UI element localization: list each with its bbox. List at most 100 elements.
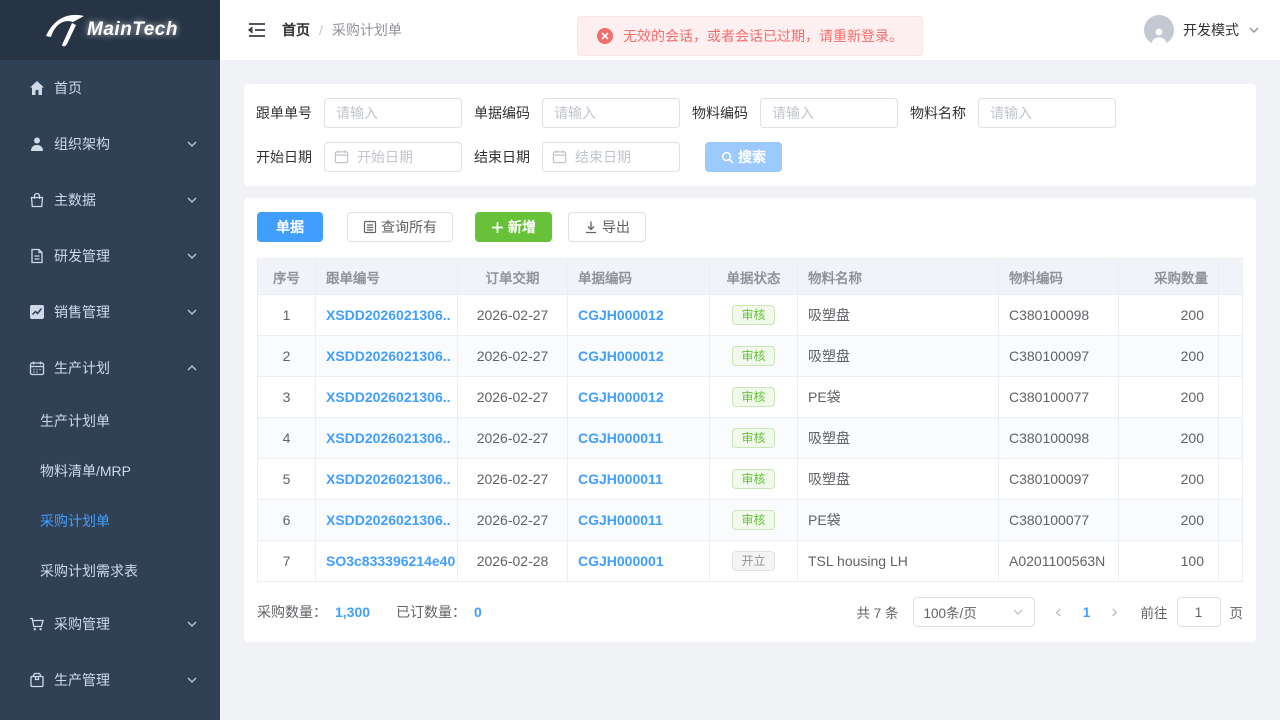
col-header-extra [1219, 259, 1243, 295]
sidebar-item-label: 生产管理 [54, 670, 186, 690]
sidebar-item-production-plan[interactable]: 生产计划 [0, 340, 220, 396]
sidebar-item-label: 组织架构 [54, 134, 186, 154]
plus-icon [491, 221, 504, 234]
user-mode-label: 开发模式 [1183, 20, 1239, 40]
sidebar-subitem-production-plan-order[interactable]: 生产计划单 [0, 396, 220, 446]
end-date-input[interactable] [542, 142, 680, 172]
table-row: 6 XSDD2026021306.. 2026-02-27 CGJH000011… [258, 500, 1243, 541]
prev-page-button[interactable] [1045, 597, 1073, 627]
sidebar-subitem-label: 物料清单/MRP [40, 461, 131, 481]
cell-material: 吸塑盘 [798, 418, 999, 459]
start-date-input[interactable] [324, 142, 462, 172]
cell-material-code: C380100097 [999, 336, 1119, 377]
search-button[interactable]: 搜索 [705, 142, 782, 172]
add-button[interactable]: 新增 [475, 212, 552, 242]
status-badge: 审核 [732, 469, 774, 489]
app-window: MainTech 首页 组织架构 [0, 0, 1280, 720]
cell-status: 审核 [710, 295, 798, 336]
cell-material-code: C380100098 [999, 295, 1119, 336]
sidebar-item-home[interactable]: 首页 [0, 60, 220, 116]
breadcrumb-home[interactable]: 首页 [282, 22, 310, 38]
order-no-link[interactable]: XSDD2026021306.. [316, 418, 458, 459]
chevron-down-icon [186, 138, 198, 150]
cell-delivery: 2026-02-27 [458, 377, 568, 418]
filter-label: 物料名称 [910, 103, 966, 123]
purchase-qty-value: 1,300 [335, 604, 370, 620]
doc-no-link[interactable]: CGJH000011 [568, 500, 710, 541]
col-header-doc-no: 单据编码 [568, 259, 710, 295]
goto-page-input[interactable] [1177, 597, 1221, 627]
doc-no-link[interactable]: CGJH000011 [568, 459, 710, 500]
order-no-link[interactable]: XSDD2026021306.. [316, 459, 458, 500]
tracking-no-input[interactable] [324, 98, 462, 128]
cell-material-code: C380100077 [999, 377, 1119, 418]
order-no-link[interactable]: SO3c833396214e40 [316, 541, 458, 582]
calendar-icon [28, 360, 45, 377]
cell-material-code: C380100097 [999, 459, 1119, 500]
col-header-order-no: 跟单编号 [316, 259, 458, 295]
error-circle-icon [597, 28, 613, 44]
query-all-button[interactable]: 查询所有 [347, 212, 453, 242]
doc-no-link[interactable]: CGJH000012 [568, 377, 710, 418]
cell-index: 7 [258, 541, 316, 582]
list-icon [363, 220, 377, 234]
error-toast-text: 无效的会话，或者会话已过期，请重新登录。 [623, 26, 903, 46]
cell-qty: 200 [1119, 336, 1219, 377]
export-button[interactable]: 导出 [568, 212, 646, 242]
cell-status: 审核 [710, 418, 798, 459]
doc-code-input[interactable] [542, 98, 680, 128]
col-header-index: 序号 [258, 259, 316, 295]
sidebar-item-sales[interactable]: 销售管理 [0, 284, 220, 340]
purchase-qty-label: 采购数量： [257, 602, 327, 622]
ordered-qty-label: 已订数量： [396, 602, 466, 622]
breadcrumb-current: 采购计划单 [332, 22, 402, 38]
cell-material: 吸塑盘 [798, 459, 999, 500]
page-size-select[interactable]: 100条/页 [913, 597, 1035, 627]
chart-icon [28, 304, 45, 321]
sidebar-subitem-purchase-plan-order[interactable]: 采购计划单 [0, 496, 220, 546]
chevron-down-icon [186, 618, 198, 630]
col-header-delivery: 订单交期 [458, 259, 568, 295]
cell-index: 3 [258, 377, 316, 418]
sidebar-item-purchasing[interactable]: 采购管理 [0, 596, 220, 652]
sidebar-menu: 首页 组织架构 主数据 [0, 60, 220, 708]
sidebar-item-manufacturing[interactable]: 生产管理 [0, 652, 220, 708]
doc-no-link[interactable]: CGJH000012 [568, 336, 710, 377]
page-number-1[interactable]: 1 [1073, 605, 1101, 620]
sidebar-item-rnd[interactable]: 研发管理 [0, 228, 220, 284]
cell-delivery: 2026-02-27 [458, 336, 568, 377]
material-name-input[interactable] [978, 98, 1116, 128]
filter-label: 单据编码 [474, 103, 530, 123]
doc-no-link[interactable]: CGJH000001 [568, 541, 710, 582]
filter-label: 物料编码 [692, 103, 748, 123]
order-no-link[interactable]: XSDD2026021306.. [316, 500, 458, 541]
cell-status: 审核 [710, 459, 798, 500]
document-button[interactable]: 单据 [257, 212, 323, 242]
cart-icon [28, 616, 45, 633]
sidebar-subitem-purchase-plan-demand[interactable]: 采购计划需求表 [0, 546, 220, 596]
cell-qty: 200 [1119, 459, 1219, 500]
sidebar-item-masterdata[interactable]: 主数据 [0, 172, 220, 228]
chevron-down-icon [186, 194, 198, 206]
order-no-link[interactable]: XSDD2026021306.. [316, 377, 458, 418]
user-menu[interactable]: 开发模式 [1144, 15, 1260, 45]
cell-material: PE袋 [798, 500, 999, 541]
menu-fold-icon[interactable] [246, 19, 268, 41]
filter-end-date: 结束日期 [474, 142, 680, 172]
table-row: 1 XSDD2026021306.. 2026-02-27 CGJH000012… [258, 295, 1243, 336]
doc-no-link[interactable]: CGJH000012 [568, 295, 710, 336]
order-no-link[interactable]: XSDD2026021306.. [316, 336, 458, 377]
next-page-button[interactable] [1101, 597, 1129, 627]
order-no-link[interactable]: XSDD2026021306.. [316, 295, 458, 336]
chevron-down-icon [186, 674, 198, 686]
doc-no-link[interactable]: CGJH000011 [568, 418, 710, 459]
page-size-value: 100条/页 [924, 602, 977, 622]
material-code-input[interactable] [760, 98, 898, 128]
cell-status: 审核 [710, 336, 798, 377]
cell-status: 审核 [710, 377, 798, 418]
sidebar-subitem-bom-mrp[interactable]: 物料清单/MRP [0, 446, 220, 496]
sidebar-subitem-label: 采购计划需求表 [40, 561, 138, 581]
chevron-left-icon [1053, 607, 1064, 618]
sidebar-item-org[interactable]: 组织架构 [0, 116, 220, 172]
sidebar-item-label: 生产计划 [54, 358, 186, 378]
